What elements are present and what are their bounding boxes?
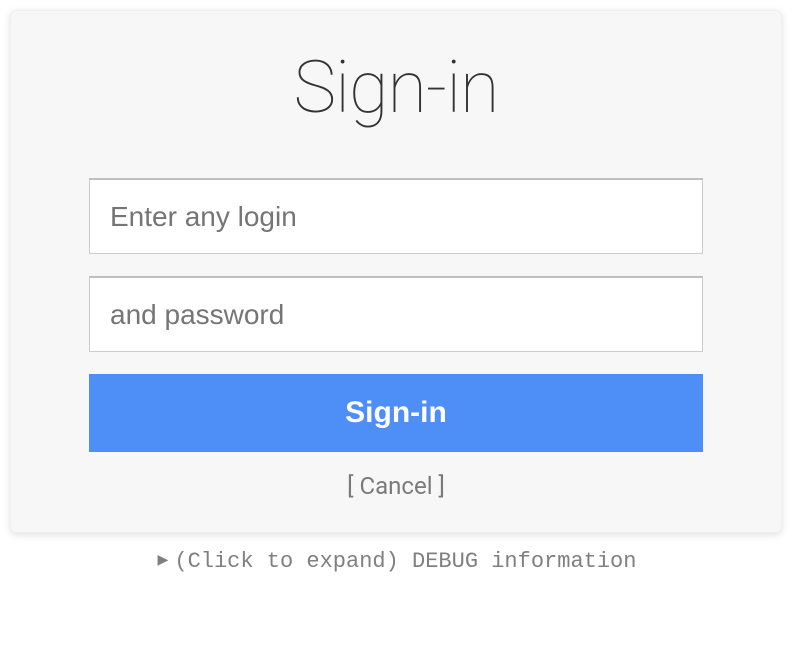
debug-label: (Click to expand) DEBUG information: [174, 549, 636, 574]
debug-toggle[interactable]: ▶(Click to expand) DEBUG information: [10, 549, 784, 574]
cancel-link[interactable]: [ Cancel ]: [89, 472, 703, 500]
signin-card: Sign-in Sign-in [ Cancel ]: [10, 10, 782, 533]
signin-button[interactable]: Sign-in: [89, 374, 703, 452]
chevron-right-icon: ▶: [158, 549, 169, 571]
login-input[interactable]: [89, 178, 703, 254]
page-title: Sign-in: [89, 45, 703, 130]
password-input[interactable]: [89, 276, 703, 352]
